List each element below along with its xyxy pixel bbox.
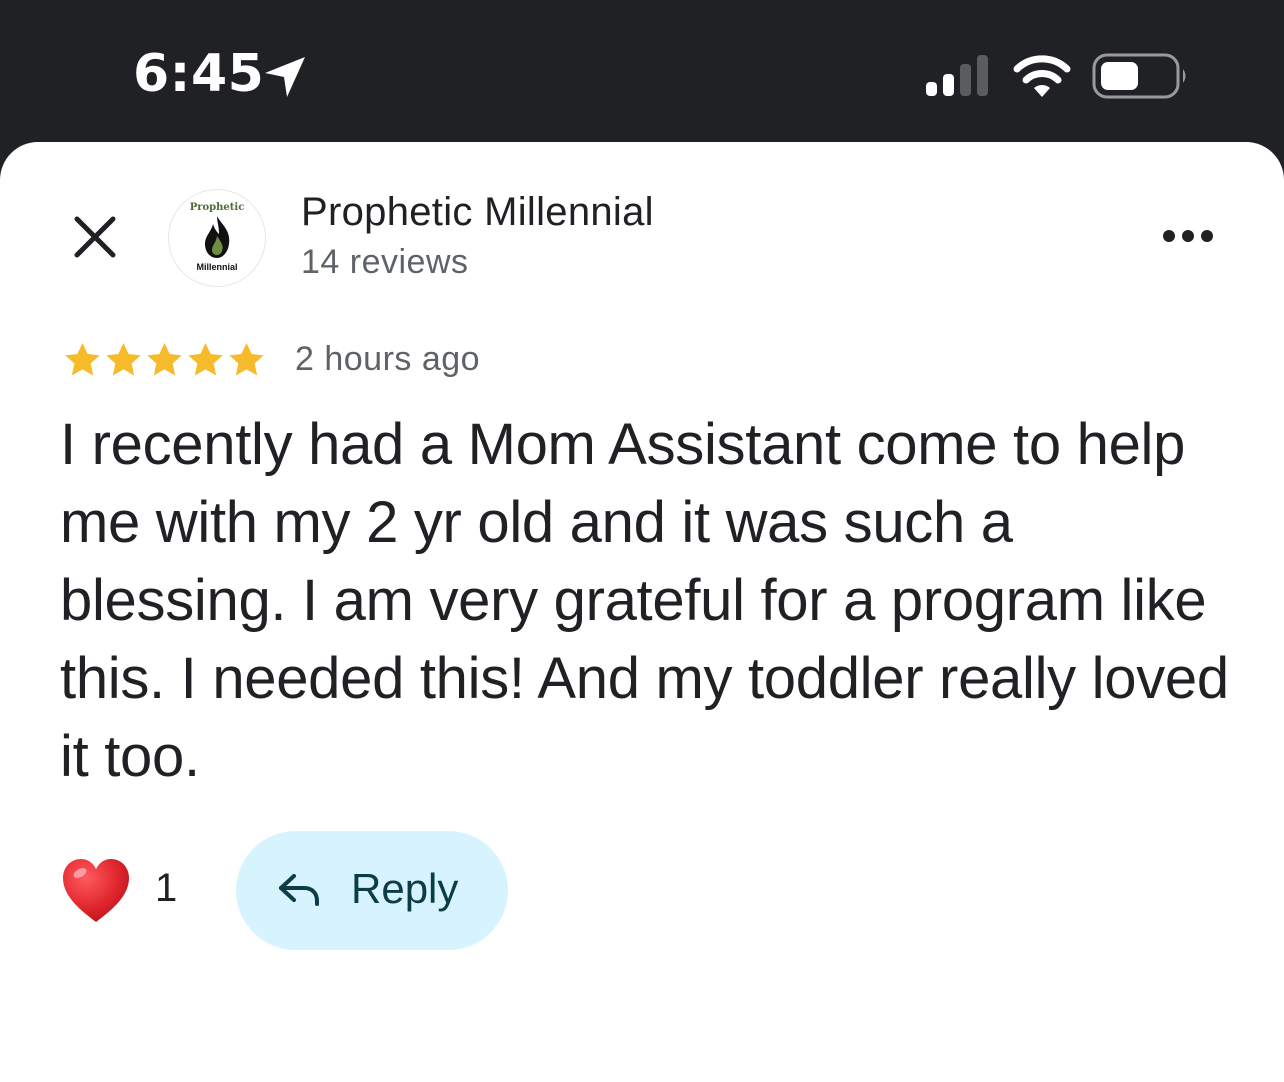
cellular-signal-icon <box>926 55 988 96</box>
heart-icon[interactable] <box>60 856 132 926</box>
status-time: 6:45 <box>133 44 265 104</box>
reply-label: Reply <box>351 865 459 912</box>
wifi-icon <box>1013 55 1071 97</box>
location-arrow-icon <box>265 57 305 97</box>
star-icon <box>229 343 264 376</box>
avatar-logo-top-text: Prophetic <box>189 202 245 213</box>
review-time-ago: 2 hours ago <box>295 340 481 378</box>
battery-icon <box>1092 53 1186 99</box>
star-icon <box>147 343 182 376</box>
owner-avatar[interactable]: Prophetic Millennial <box>168 189 266 287</box>
close-icon[interactable] <box>70 212 120 262</box>
reply-button[interactable]: Reply <box>236 831 508 950</box>
status-bar: 6:45 <box>0 0 1284 150</box>
star-icon <box>106 343 141 376</box>
owner-name[interactable]: Prophetic Millennial <box>301 190 654 235</box>
reply-arrow-icon <box>279 874 319 906</box>
more-horizontal-icon[interactable] <box>1160 224 1216 248</box>
review-count: 14 reviews <box>301 243 469 281</box>
star-rating <box>62 340 267 380</box>
star-icon <box>65 343 100 376</box>
avatar-logo-bottom-text: Millennial <box>196 262 238 272</box>
flame-logo-icon <box>205 216 230 258</box>
star-icon <box>188 343 223 376</box>
like-count: 1 <box>155 866 178 910</box>
review-text: I recently had a Mom Assistant come to h… <box>60 412 1229 789</box>
